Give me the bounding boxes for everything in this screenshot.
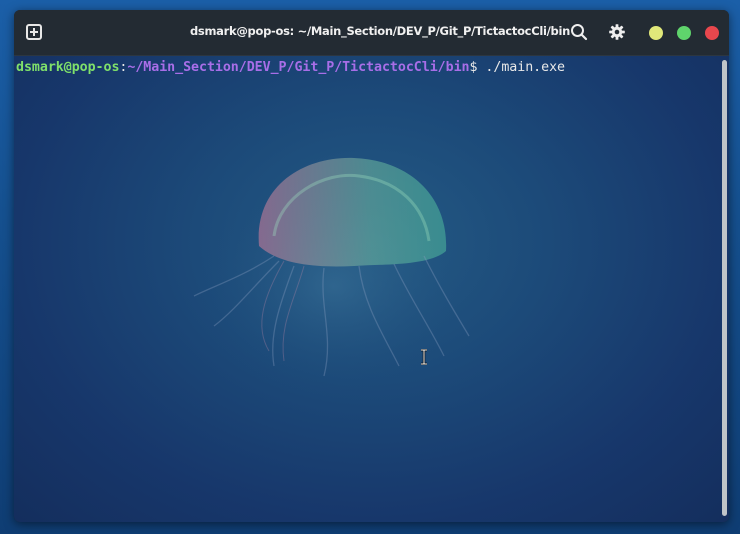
window-title: dsmark@pop-os: ~/Main_Section/DEV_P/Git_…: [190, 24, 570, 38]
scrollbar[interactable]: [722, 60, 727, 516]
text-cursor-icon: [421, 349, 427, 365]
close-icon[interactable]: [705, 26, 719, 40]
terminal-area[interactable]: dsmark@pop-os:~/Main_Section/DEV_P/Git_P…: [14, 56, 729, 522]
minimize-icon[interactable]: [649, 26, 663, 40]
gear-icon[interactable]: [608, 23, 626, 41]
title-bar[interactable]: dsmark@pop-os: ~/Main_Section/DEV_P/Git_…: [14, 10, 729, 56]
terminal-window: dsmark@pop-os: ~/Main_Section/DEV_P/Git_…: [14, 10, 729, 522]
maximize-icon[interactable]: [677, 26, 691, 40]
jellyfish-background-image: [193, 157, 474, 396]
new-tab-icon[interactable]: [26, 24, 42, 40]
prompt-path: ~/Main_Section/DEV_P/Git_P/TictactocCli/…: [127, 60, 470, 75]
prompt-line: dsmark@pop-os:~/Main_Section/DEV_P/Git_P…: [16, 60, 565, 75]
search-icon[interactable]: [570, 23, 588, 41]
prompt-user: dsmark@pop-os: [16, 60, 120, 75]
prompt-symbol: $: [469, 60, 478, 75]
command-text: ./main.exe: [485, 60, 565, 75]
